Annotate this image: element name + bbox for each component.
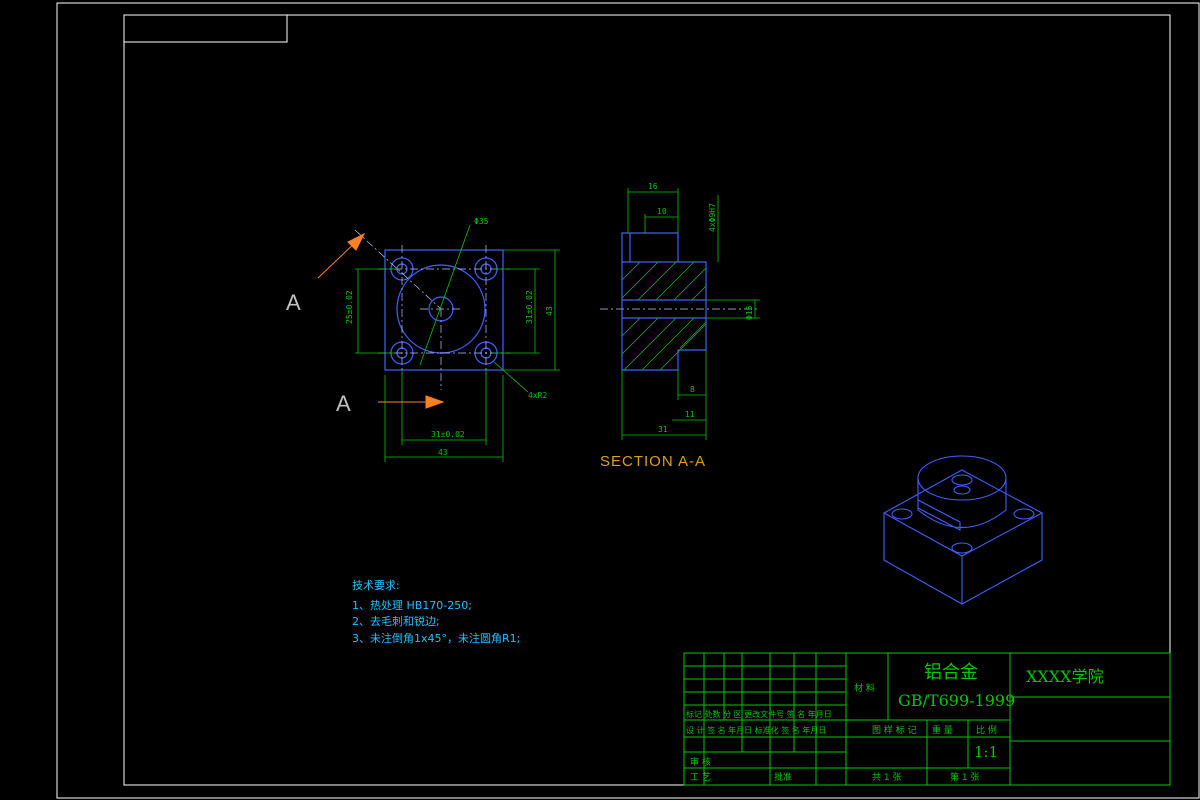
tb-row-design: 设 计 签 名 年月日 标准化 签 名 年月日	[686, 725, 826, 735]
tb-sheet-no: 第 1 张	[950, 771, 979, 783]
hatching	[621, 261, 707, 371]
section-title: SECTION A-A	[600, 453, 706, 470]
tb-material-label: 材 料	[854, 682, 875, 694]
iso-hole	[891, 508, 913, 520]
tb-approve: 批准	[774, 771, 792, 783]
tb-weight: 重 量	[932, 724, 953, 736]
hatch-line	[655, 261, 695, 301]
iso-hole	[1013, 508, 1035, 520]
leader-radius	[493, 361, 529, 393]
hatch-line	[621, 317, 641, 337]
isometric-view	[882, 455, 1044, 605]
notes-line-3: 3、未注倒角1x45°，未注圆角R1;	[352, 631, 520, 645]
hatch-line	[659, 323, 707, 371]
corner-label-box	[123, 14, 288, 43]
dim-text-43: 43	[438, 448, 448, 457]
title-block: 材 料 铝合金 GB/T699-1999 XXXX学院 标记 处数 分 区 更改…	[683, 652, 1171, 786]
tb-material-name: 铝合金	[924, 662, 978, 683]
section-cut-line	[354, 229, 442, 310]
iso-hole	[951, 542, 973, 554]
hatch-line	[621, 261, 641, 281]
hatch-line	[691, 285, 707, 301]
dim-text-hole: 4xΦ9H7	[708, 203, 717, 232]
section-label-a2: A	[336, 391, 351, 416]
dim-text-31r: 31±0.02	[525, 290, 534, 324]
hatch-line	[621, 261, 659, 299]
hatch-line	[637, 261, 677, 301]
section-view: 16 10 4xΦ9H7 Φ15 8 11 31 SECTION A-A	[600, 182, 760, 470]
dim-text-43r: 43	[545, 306, 554, 316]
tb-standard: GB/T699-1999	[898, 691, 1015, 710]
front-view: 31±0.02 43 25±0.02 31±0.02 43 Φ35 4xR2	[345, 217, 560, 462]
tb-total-sheets: 共 1 张	[872, 772, 901, 783]
dim-text-radius: 4xR2	[528, 391, 547, 400]
hatch-line	[621, 317, 659, 355]
section-arrows: A A	[286, 232, 445, 416]
dim-text-10: 10	[657, 207, 667, 216]
drawing-canvas: 31±0.02 43 25±0.02 31±0.02 43 Φ35 4xR2 A…	[56, 2, 1200, 799]
dim-text-31: 31±0.02	[431, 430, 465, 439]
dim-text-16: 16	[648, 182, 658, 191]
notes-line-2: 2、去毛刺和锐边;	[352, 614, 440, 628]
hatch-line	[679, 321, 707, 349]
hatch-line	[673, 267, 707, 301]
tb-row-review: 审 核	[690, 756, 711, 768]
dim-text-diameter: Φ35	[474, 217, 489, 226]
section-label-a1: A	[286, 290, 301, 315]
dim-text-phi: Φ15	[745, 305, 754, 320]
tb-drawing-mark: 图 样 标 记	[872, 724, 917, 736]
arrowhead-horiz	[425, 395, 445, 409]
notes-line-1: 1、热处理 HB170-250;	[352, 599, 472, 612]
dim-text-8: 8	[690, 385, 695, 394]
dim-text-11: 11	[685, 410, 695, 419]
tb-scale: 1:1	[974, 743, 998, 761]
inner-frame	[123, 14, 1171, 786]
dim-text-25: 25±0.02	[345, 290, 354, 324]
tb-row-process: 工 艺	[690, 772, 711, 783]
iso-center-hole	[953, 485, 971, 495]
tb-scale-label: 比 例	[976, 724, 997, 736]
tb-row-mark: 标记 处数 分 区 更改文件号 签 名 年月日	[686, 709, 832, 719]
iso-boss-top	[917, 455, 1007, 501]
technical-notes: 技术要求: 1、热处理 HB170-250; 2、去毛刺和锐边; 3、未注倒角1…	[352, 579, 520, 645]
dim-text-31s: 31	[658, 425, 668, 434]
notes-title: 技术要求:	[352, 579, 400, 592]
iso-hole	[951, 474, 973, 486]
section-outline	[621, 232, 707, 371]
tb-school: XXXX学院	[1026, 667, 1104, 686]
dim-line-diameter	[419, 224, 471, 366]
